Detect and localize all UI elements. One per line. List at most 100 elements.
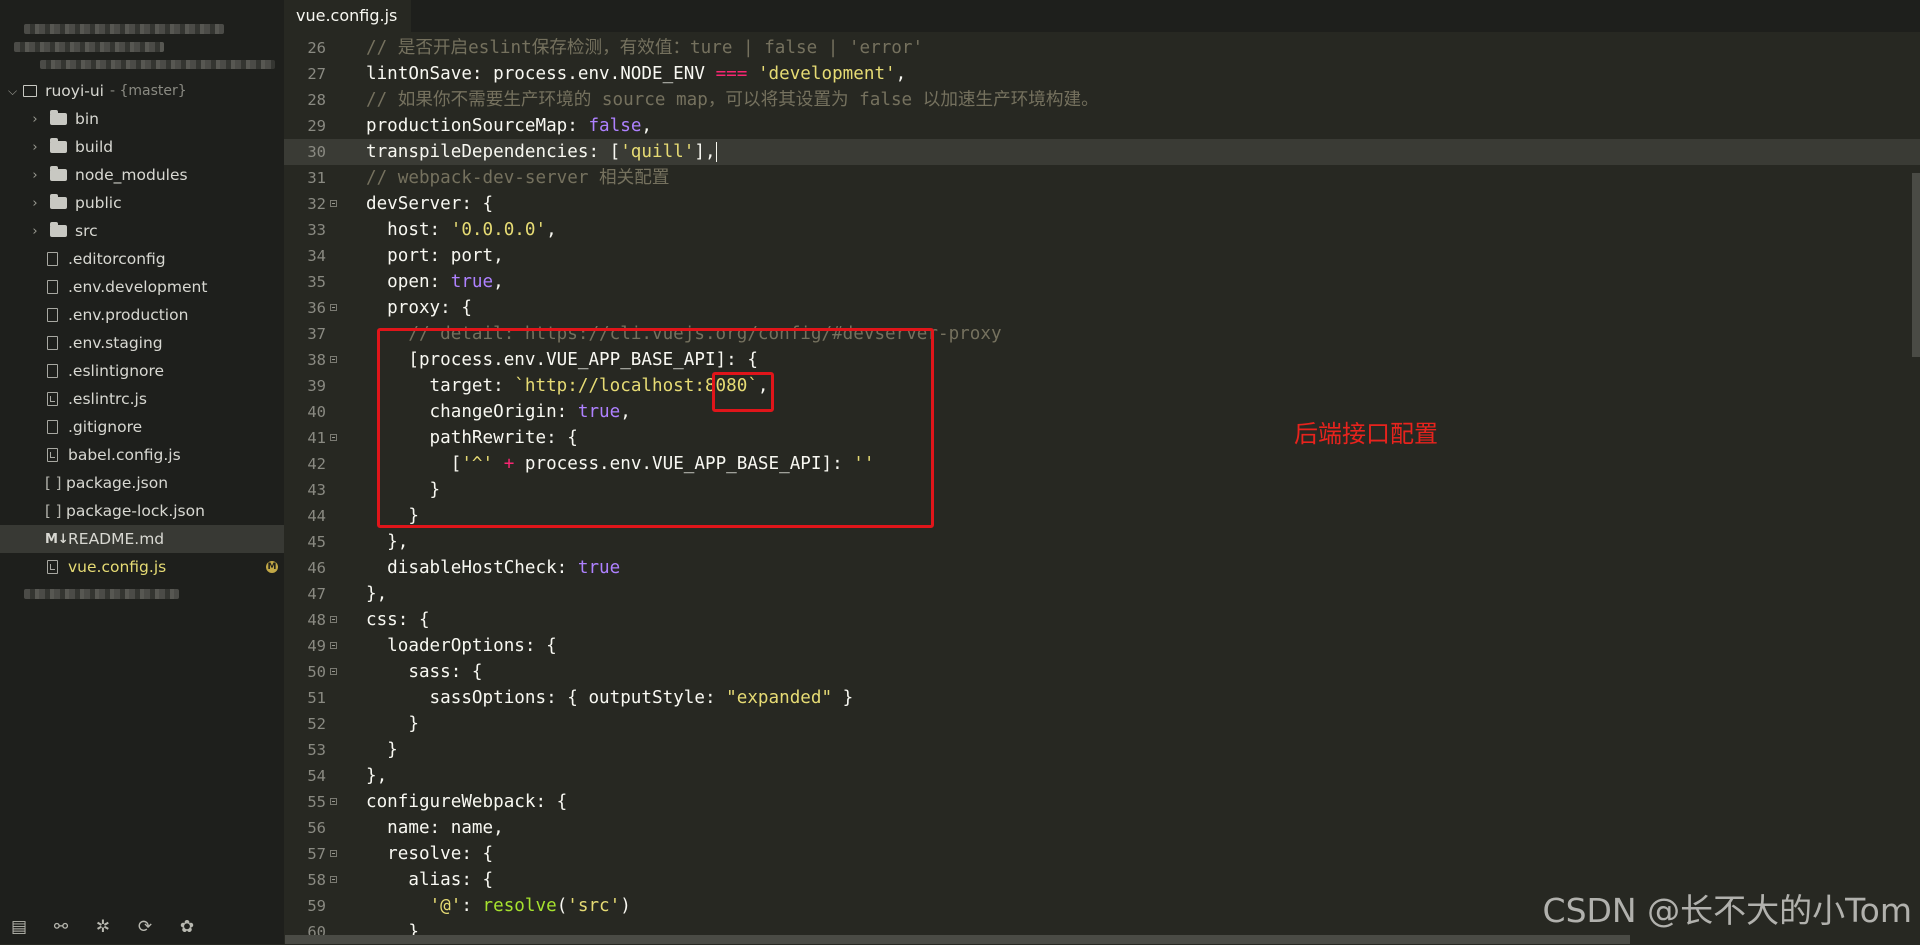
sidebar-item-env-staging[interactable]: .env.staging — [0, 329, 284, 357]
folder-icon — [50, 138, 67, 153]
fold-toggle-icon[interactable] — [330, 616, 337, 623]
line-number: 51 — [307, 689, 326, 707]
files-icon[interactable]: ▤ — [8, 917, 30, 937]
fold-toggle-icon[interactable] — [330, 876, 337, 883]
folder-icon — [50, 222, 67, 237]
code-text: }, — [366, 766, 388, 786]
code-line[interactable]: 57 resolve: { — [284, 841, 1920, 867]
json-file-icon: [ ] — [45, 474, 62, 492]
sidebar-item-build[interactable]: › build — [0, 133, 284, 161]
code-line[interactable]: 47}, — [284, 581, 1920, 607]
code-line[interactable]: 56 name: name, — [284, 815, 1920, 841]
code-line[interactable]: 34 port: port, — [284, 243, 1920, 269]
sidebar-item-node-modules[interactable]: › node_modules — [0, 161, 284, 189]
sidebar-item-label: package.json — [66, 474, 169, 492]
sidebar-item-eslintignore[interactable]: .eslintignore — [0, 357, 284, 385]
blurred-project-4 — [24, 589, 179, 599]
file-icon — [47, 364, 58, 378]
code-text: productionSourceMap: false, — [366, 116, 653, 136]
sidebar-item-label: .gitignore — [68, 418, 143, 436]
sidebar-item-label: bin — [75, 110, 99, 128]
fold-toggle-icon[interactable] — [330, 850, 337, 857]
sidebar-item-label: node_modules — [75, 166, 188, 184]
line-number: 31 — [307, 169, 326, 187]
code-text: open: true, — [366, 272, 504, 292]
js-file-icon — [47, 448, 58, 462]
code-line[interactable]: 49 loaderOptions: { — [284, 633, 1920, 659]
sidebar-item-gitignore[interactable]: .gitignore — [0, 413, 284, 441]
sidebar-item-env-development[interactable]: .env.development — [0, 273, 284, 301]
vertical-scrollbar[interactable] — [1912, 173, 1920, 357]
sidebar-item-public[interactable]: › public — [0, 189, 284, 217]
fold-toggle-icon[interactable] — [330, 668, 337, 675]
code-line[interactable]: 54}, — [284, 763, 1920, 789]
tab-bar: vue.config.js — [284, 0, 1920, 32]
code-line[interactable]: 33 host: '0.0.0.0', — [284, 217, 1920, 243]
chevron-right-icon: › — [32, 195, 38, 211]
tab-vue-config[interactable]: vue.config.js — [284, 0, 412, 32]
line-number: 29 — [307, 117, 326, 135]
fold-toggle-icon[interactable] — [330, 798, 337, 805]
code-line[interactable]: 28 // 如果你不需要生产环境的 source map，可以将其设置为 fals… — [284, 87, 1920, 113]
git-icon[interactable]: ⟳ — [134, 917, 156, 937]
code-line[interactable]: 31 // webpack-dev-server 相关配置 — [284, 165, 1920, 191]
fold-toggle-icon[interactable] — [330, 304, 337, 311]
sidebar-item-editorconfig[interactable]: .editorconfig — [0, 245, 284, 273]
tree-root-ruoyi-ui[interactable]: ⌵ ruoyi-ui - {master} — [0, 77, 284, 105]
sidebar-item-vue-config-js[interactable]: vue.config.js M — [0, 553, 284, 581]
sidebar-item-label: .eslintignore — [68, 362, 165, 380]
code-line[interactable]: 35 open: true, — [284, 269, 1920, 295]
code-text: css: { — [366, 610, 430, 630]
line-number: 49 — [307, 637, 326, 655]
sidebar-item-eslintrc-js[interactable]: .eslintrc.js — [0, 385, 284, 413]
sidebar-item-label: vue.config.js — [68, 558, 167, 576]
line-number: 36 — [307, 299, 326, 317]
code-line[interactable]: 50 sass: { — [284, 659, 1920, 685]
code-line[interactable]: 55 configureWebpack: { — [284, 789, 1920, 815]
code-text: }, — [366, 532, 409, 552]
sidebar-item-bin[interactable]: › bin — [0, 105, 284, 133]
fold-toggle-icon[interactable] — [330, 434, 337, 441]
code-line[interactable]: 53 } — [284, 737, 1920, 763]
line-number: 46 — [307, 559, 326, 577]
code-line[interactable]: 36 proxy: { — [284, 295, 1920, 321]
text-cursor — [715, 142, 717, 162]
code-line[interactable]: 46 disableHostCheck: true — [284, 555, 1920, 581]
sidebar-item-package-lock-json[interactable]: [ ] package-lock.json — [0, 497, 284, 525]
horizontal-scrollbar[interactable] — [285, 935, 1630, 944]
bug-icon[interactable]: ✲ — [92, 917, 114, 937]
code-line[interactable]: 52 } — [284, 711, 1920, 737]
code-text: '@': resolve('src') — [429, 896, 631, 916]
code-editor[interactable]: vue.config.js 26 // 是否开启eslint保存检测，有效值：tu… — [284, 0, 1920, 944]
code-line[interactable]: 32 devServer: { — [284, 191, 1920, 217]
code-line[interactable]: 51 sassOptions: { outputStyle: "expanded… — [284, 685, 1920, 711]
sidebar-item-label: .env.staging — [68, 334, 163, 352]
code-text: transpileDependencies: ['quill'], — [366, 142, 717, 162]
binoculars-icon[interactable]: ⚯ — [50, 917, 72, 937]
line-number: 34 — [307, 247, 326, 265]
sidebar-bottom-toolbar: ▤ ⚯ ✲ ⟳ ✿ — [0, 910, 284, 944]
code-text: sass: { — [366, 662, 483, 682]
fold-toggle-icon[interactable] — [330, 642, 337, 649]
code-line[interactable]: 30 transpileDependencies: ['quill'], — [284, 139, 1920, 165]
code-line[interactable]: 29 productionSourceMap: false, — [284, 113, 1920, 139]
line-number: 26 — [307, 39, 326, 57]
code-line[interactable]: 27 lintOnSave: process.env.NODE_ENV === '… — [284, 61, 1920, 87]
code-line[interactable]: 45 }, — [284, 529, 1920, 555]
sidebar-item-package-json[interactable]: [ ] package.json — [0, 469, 284, 497]
sidebar-item-babel-config-js[interactable]: babel.config.js — [0, 441, 284, 469]
sidebar-item-readme-md[interactable]: M↓ README.md — [0, 525, 284, 553]
line-number: 43 — [307, 481, 326, 499]
code-line[interactable]: 48 css: { — [284, 607, 1920, 633]
sidebar-item-src[interactable]: › src — [0, 217, 284, 245]
file-icon — [47, 280, 58, 294]
code-line[interactable]: 26 // 是否开启eslint保存检测，有效值：ture | false | '… — [284, 35, 1920, 61]
sidebar-item-env-production[interactable]: .env.production — [0, 301, 284, 329]
js-file-icon — [47, 392, 58, 406]
fold-toggle-icon[interactable] — [330, 200, 337, 207]
sidebar-item-label: .eslintrc.js — [68, 390, 147, 408]
palette-icon[interactable]: ✿ — [176, 917, 198, 937]
code-text: resolve: { — [366, 844, 494, 864]
fold-toggle-icon[interactable] — [330, 356, 337, 363]
line-number: 59 — [307, 897, 326, 915]
